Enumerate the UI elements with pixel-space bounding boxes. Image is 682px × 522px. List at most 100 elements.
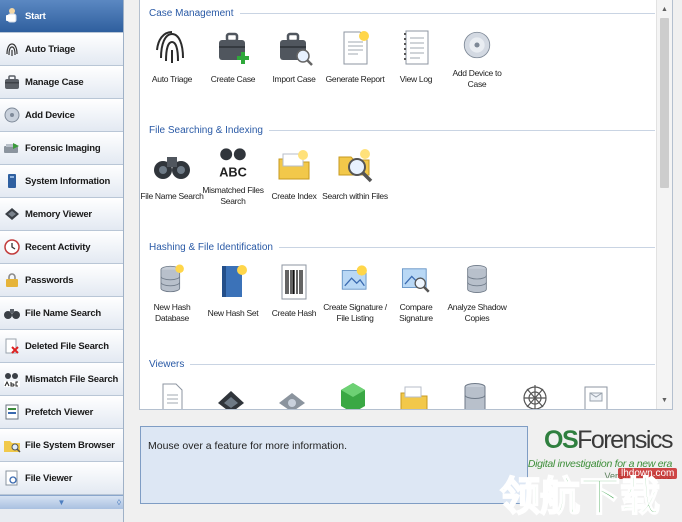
sidebar-item-label: Forensic Imaging	[25, 142, 101, 154]
sidebar-item-passwords[interactable]: Passwords	[0, 264, 123, 297]
report-icon	[343, 31, 369, 65]
feature-import-case[interactable]: Import Case	[262, 26, 326, 90]
feature-create-index[interactable]: Create Index	[262, 143, 326, 207]
section-title: File Searching & Indexing	[149, 124, 263, 136]
database-viewer-icon[interactable]	[460, 381, 490, 409]
scrollbar-thumb[interactable]	[660, 18, 669, 188]
scroll-up-arrow-icon[interactable]: ▲	[657, 2, 672, 16]
sidebar-item-label: File Viewer	[25, 472, 73, 484]
barcode-icon	[281, 264, 307, 300]
feature-label: Mismatched Files Search	[202, 185, 264, 206]
sidebar-item-system-information[interactable]: System Information	[0, 165, 123, 198]
feature-file-name-search[interactable]: File Name Search	[140, 143, 204, 207]
sidebar-item-label: Prefetch Viewer	[25, 406, 94, 418]
feature-compare-signature[interactable]: Compare Signature	[384, 260, 448, 324]
feature-label: Analyze Shadow Copies	[447, 302, 507, 323]
section-header: Hashing & File Identification	[149, 240, 655, 254]
memory-chip-icon[interactable]	[216, 381, 246, 409]
feature-label: Search within Files	[322, 191, 388, 201]
signature-icon	[341, 265, 367, 290]
prefetch-icon	[3, 402, 21, 422]
feature-generate-report[interactable]: Generate Report	[323, 26, 387, 90]
feature-new-hash-database[interactable]: New Hash Database	[140, 260, 204, 324]
brand-name: OSForensics	[544, 426, 673, 455]
lock-icon	[3, 270, 21, 290]
sidebar-scroll-bar[interactable]: ▼ ◊	[0, 495, 123, 509]
sidebar-item-recent-activity[interactable]: Recent Activity	[0, 231, 123, 264]
sidebar-item-mismatch-file-search[interactable]: Mismatch File Search	[0, 363, 123, 396]
folder-search-icon	[3, 435, 21, 455]
abc-binoculars-icon: ABC	[219, 148, 247, 179]
feature-panel: Case Management Auto Triage Create Case …	[139, 0, 673, 410]
document-viewer-icon[interactable]	[157, 381, 187, 409]
feature-analyze-shadow-copies[interactable]: Analyze Shadow Copies	[445, 260, 509, 324]
feature-label: New Hash Set	[207, 308, 259, 318]
hash-database-icon	[160, 264, 184, 293]
email-icon[interactable]	[581, 381, 611, 409]
feature-label: Create Case	[210, 74, 256, 84]
scroll-down-arrow-icon[interactable]: ▼	[657, 393, 672, 407]
feature-label: File Name Search	[140, 191, 204, 201]
web-icon[interactable]	[520, 381, 550, 409]
start-icon	[3, 6, 21, 26]
sidebar-item-label: Deleted File Search	[25, 340, 109, 352]
sidebar-item-forensic-imaging[interactable]: Forensic Imaging	[0, 132, 123, 165]
feature-mismatched-files-search[interactable]: ABC Mismatched Files Search	[201, 143, 265, 207]
info-text: Mouse over a feature for more informatio…	[148, 440, 348, 452]
section-divider	[278, 246, 655, 248]
sidebar-item-label: Memory Viewer	[25, 208, 92, 220]
fingerprint-icon	[3, 39, 21, 59]
activity-icon	[3, 237, 21, 257]
feature-label: Compare Signature	[399, 302, 433, 323]
section-divider	[268, 129, 655, 131]
feature-view-log[interactable]: View Log	[384, 26, 448, 90]
drive-viewer-icon[interactable]	[277, 381, 307, 409]
section-divider	[190, 363, 655, 365]
sidebar-item-add-device[interactable]: Add Device	[0, 99, 123, 132]
scrollbar[interactable]: ▲ ▼	[656, 0, 672, 409]
abc-icon	[3, 369, 21, 389]
memory-icon	[3, 204, 21, 224]
sidebar-item-label: Recent Activity	[25, 241, 91, 253]
chevron-right-icon[interactable]: ◊	[117, 498, 121, 507]
watermark-text: 领航下载	[500, 474, 660, 518]
sidebar-item-prefetch-viewer[interactable]: Prefetch Viewer	[0, 396, 123, 429]
sidebar-item-memory-viewer[interactable]: Memory Viewer	[0, 198, 123, 231]
chevron-down-icon[interactable]: ▼	[58, 498, 66, 507]
fingerprint-icon	[156, 31, 184, 63]
sidebar-item-label: File Name Search	[25, 307, 102, 319]
feature-label: New Hash Database	[153, 302, 191, 323]
green-box-icon[interactable]	[338, 381, 368, 409]
section-header: Case Management	[149, 6, 655, 20]
sidebar-item-file-name-search[interactable]: File Name Search	[0, 297, 123, 330]
section-header: File Searching & Indexing	[149, 123, 655, 137]
sidebar-item-file-viewer[interactable]: File Viewer	[0, 462, 123, 495]
import-case-icon	[280, 32, 313, 66]
sidebar-item-label: System Information	[25, 175, 111, 187]
feature-create-hash[interactable]: Create Hash	[262, 260, 326, 324]
feature-search-within-files[interactable]: Search within Files	[322, 143, 388, 207]
feature-auto-triage[interactable]: Auto Triage	[140, 26, 204, 90]
feature-create-case[interactable]: Create Case	[201, 26, 265, 90]
sidebar-item-file-system-browser[interactable]: File System Browser	[0, 429, 123, 462]
feature-label: Create Signature / File Listing	[323, 302, 387, 323]
feature-label: Create Hash	[271, 308, 317, 318]
sidebar-item-label: File System Browser	[25, 439, 115, 451]
section-title: Hashing & File Identification	[149, 241, 273, 253]
folder-viewer-icon[interactable]	[399, 381, 429, 409]
sidebar-bottom	[0, 509, 123, 522]
sidebar-item-manage-case[interactable]: Manage Case	[0, 66, 123, 99]
feature-create-signature[interactable]: Create Signature / File Listing	[323, 260, 387, 324]
sidebar-item-label: Start	[25, 10, 46, 22]
section-divider	[239, 12, 655, 14]
sidebar-item-start[interactable]: Start	[0, 0, 123, 33]
feature-new-hash-set[interactable]: New Hash Set	[201, 260, 265, 324]
sidebar-item-deleted-file-search[interactable]: Deleted File Search	[0, 330, 123, 363]
binoculars-icon	[3, 303, 21, 323]
brand-name-rest: Forensics	[577, 426, 673, 454]
feature-add-device-to-case[interactable]: Add Device to Case	[445, 26, 509, 90]
search-files-icon	[338, 149, 373, 183]
briefcase-icon	[3, 72, 21, 92]
section-title: Viewers	[149, 358, 185, 370]
sidebar-item-auto-triage[interactable]: Auto Triage	[0, 33, 123, 66]
